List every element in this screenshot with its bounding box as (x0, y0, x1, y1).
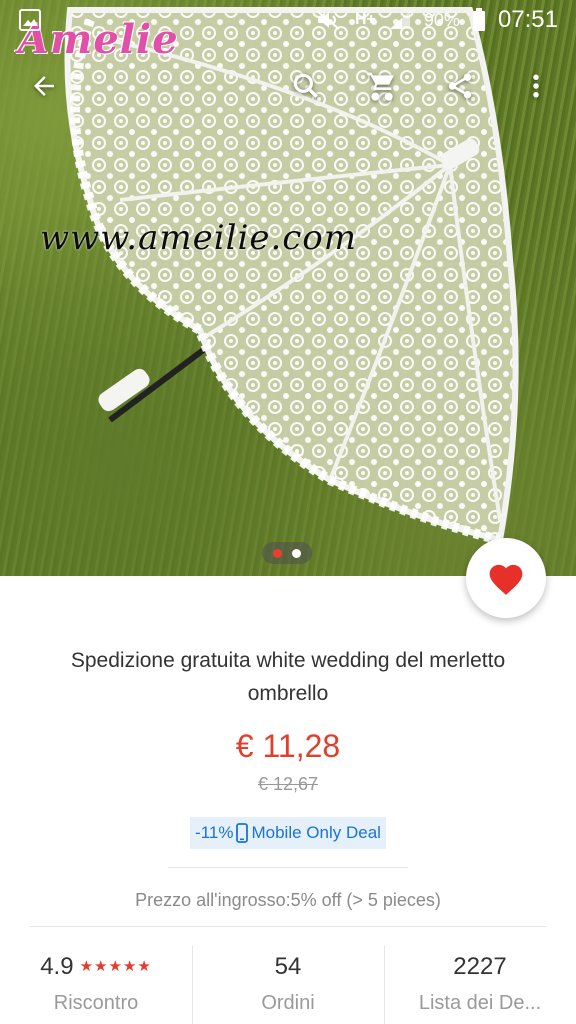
add-to-wishlist-button[interactable] (466, 538, 546, 618)
orders-value: 54 (274, 953, 302, 980)
wishlist-label: Lista dei De... (418, 992, 542, 1014)
url-watermark: www.ameilie.com (40, 218, 358, 258)
back-arrow-icon (34, 76, 54, 96)
mobile-deal-badge: -11% Mobile Only Deal (190, 817, 386, 849)
rating-stars-icon: ★★★★★ (79, 958, 152, 975)
network-type: H+ (355, 11, 376, 28)
signal-icon (389, 11, 410, 29)
battery-icon (472, 8, 485, 31)
more-vert-icon (533, 74, 539, 98)
back-button[interactable] (22, 64, 66, 108)
current-price: € 11,28 (235, 728, 341, 764)
mobile-phone-icon (236, 823, 249, 843)
share-icon (448, 73, 472, 99)
product-stats: 4.9 ★★★★★ Riscontro 54 Ordini 2227 Lista… (0, 946, 576, 1024)
carousel-dot (292, 548, 301, 558)
divider (30, 926, 546, 927)
carousel-indicator (262, 542, 312, 564)
divider (168, 867, 408, 868)
rating-value: 4.9 (40, 953, 74, 980)
product-toolbar (0, 56, 576, 116)
discount-percent: -11% (195, 823, 234, 842)
rating-stat[interactable]: 4.9 ★★★★★ Riscontro (0, 946, 192, 1024)
wishlist-stat[interactable]: 2227 Lista dei De... (384, 946, 576, 1024)
search-button[interactable] (284, 64, 328, 108)
deal-label: Mobile Only Deal (251, 823, 381, 842)
rating-label: Riscontro (53, 992, 139, 1014)
more-options-button[interactable] (514, 64, 558, 108)
product-title: Spedizione gratuita white wedding del me… (70, 649, 506, 705)
cart-icon (367, 72, 394, 101)
wishlist-count: 2227 (453, 953, 507, 980)
share-button[interactable] (438, 64, 482, 108)
original-price: € 12,67 (257, 774, 319, 794)
orders-stat[interactable]: 54 Ordini (192, 946, 384, 1024)
heart-icon (489, 564, 523, 595)
orders-label: Ordini (261, 992, 315, 1014)
clock: 07:51 (497, 6, 558, 33)
cart-button[interactable] (360, 64, 404, 108)
battery-level: 90% (423, 9, 460, 30)
gallery-notification-icon (19, 9, 41, 31)
status-bar: H+ 90% 07:51 (0, 0, 576, 40)
search-icon (293, 73, 318, 98)
carousel-dot-active (273, 548, 282, 558)
mute-icon (316, 10, 340, 30)
wholesale-price-info: Prezzo all'ingrosso:5% off (> 5 pieces) (135, 890, 441, 910)
